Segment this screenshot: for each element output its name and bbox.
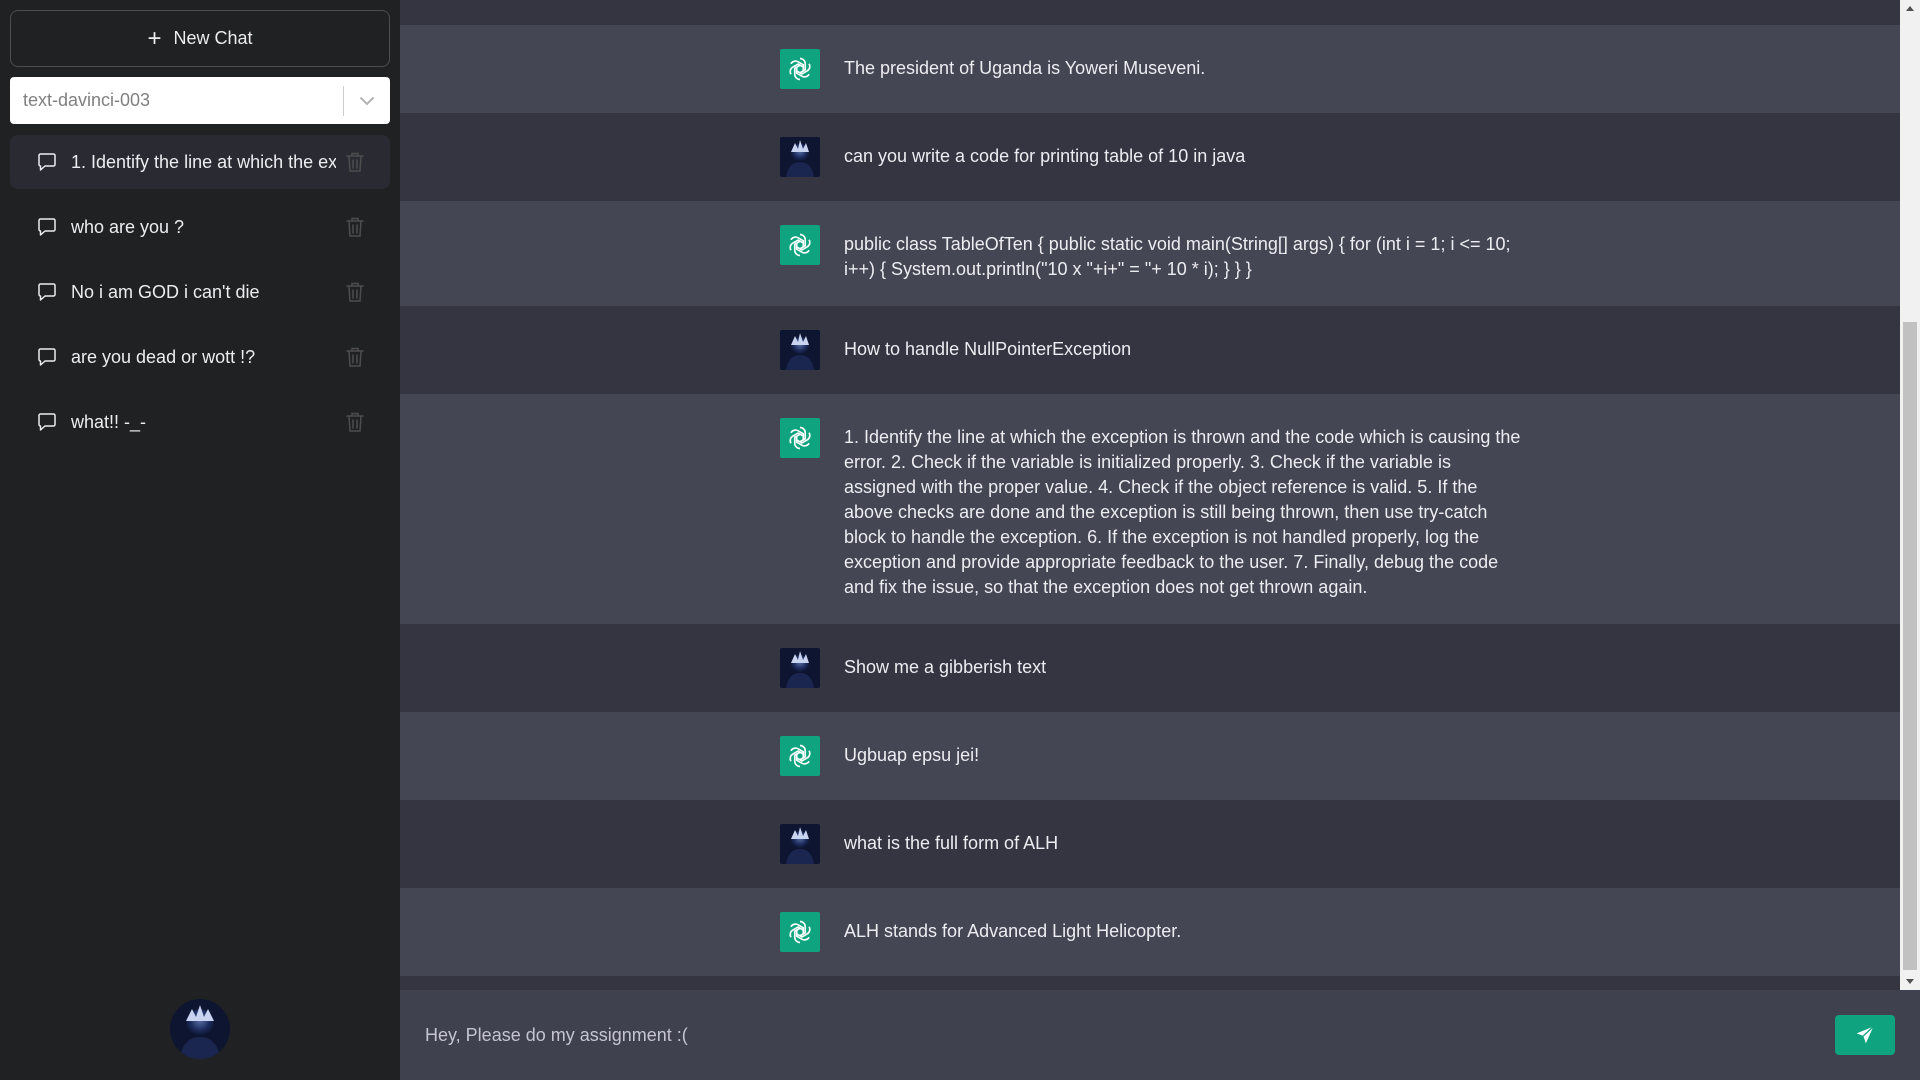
assistant-avatar (780, 49, 820, 89)
openai-logo-icon (789, 744, 811, 768)
trash-icon[interactable] (344, 345, 366, 369)
sidebar-chat-item-4[interactable]: are you dead or wott !? (10, 330, 390, 384)
user-avatar (780, 824, 820, 864)
scroll-down-arrow-icon[interactable] (1900, 973, 1920, 990)
assistant-avatar (780, 225, 820, 265)
chat-item-label: what!! -_- (71, 411, 147, 432)
scrollbar-thumb[interactable] (1903, 322, 1917, 970)
prompt-input[interactable] (400, 990, 1820, 1080)
chat-bubble-icon (38, 413, 56, 431)
user-message-8: what is the full form of ALH (400, 800, 1900, 888)
assistant-avatar (780, 736, 820, 776)
chat-bubble-icon (38, 348, 56, 366)
user-avatar-image (780, 137, 820, 177)
user-avatar-image (780, 648, 820, 688)
chat-item-label: who are you ? (71, 216, 185, 237)
chat-bubble-icon (38, 153, 56, 171)
sidebar-chat-item-5[interactable]: what!! -_- (10, 395, 390, 449)
user-avatar-image (780, 824, 820, 864)
assistant-message-3: public class TableOfTen { public static … (400, 201, 1900, 306)
user-avatar (780, 648, 820, 688)
openai-logo-icon (789, 920, 811, 944)
model-select-value: text-davinci-003 (23, 90, 151, 110)
user-avatar[interactable] (170, 999, 230, 1059)
model-select[interactable]: text-davinci-003 (10, 77, 390, 124)
chat-item-label: 1. Identify the line at which the ex (71, 151, 336, 172)
new-chat-label: New Chat (173, 28, 253, 48)
chat-bubble-icon (38, 283, 56, 301)
message-text: Show me a gibberish text (844, 657, 1047, 677)
user-avatar (780, 137, 820, 177)
message-list[interactable]: The president of Uganda is Yoweri Museve… (400, 0, 1900, 990)
new-chat-button[interactable]: + New Chat (10, 10, 390, 67)
scroll-up-arrow-icon[interactable] (1900, 0, 1920, 17)
assistant-message-5: 1. Identify the line at which the except… (400, 394, 1900, 624)
message-text: what is the full form of ALH (844, 833, 1059, 853)
sidebar: + New Chat text-davinci-003 1. Identify … (0, 0, 400, 1080)
message-text: can you write a code for printing table … (844, 146, 1246, 166)
openai-logo-icon (789, 426, 811, 450)
trash-icon[interactable] (344, 215, 366, 239)
message-text: The president of Uganda is Yoweri Museve… (844, 58, 1206, 78)
message-text: ALH stands for Advanced Light Helicopter… (844, 921, 1182, 941)
user-message-4: How to handle NullPointerException (400, 306, 1900, 394)
message-text: 1. Identify the line at which the except… (844, 427, 1526, 597)
chevron-down-icon[interactable] (344, 77, 390, 124)
message-text: How to handle NullPointerException (844, 339, 1132, 359)
assistant-avatar (780, 418, 820, 458)
sidebar-chat-item-2[interactable]: who are you ? (10, 200, 390, 254)
trash-icon[interactable] (344, 150, 366, 174)
sidebar-chat-item-3[interactable]: No i am GOD i can't die (10, 265, 390, 319)
assistant-message-9: ALH stands for Advanced Light Helicopter… (400, 888, 1900, 976)
assistant-message-7: Ugbuap epsu jei! (400, 712, 1900, 800)
chat-history-list: 1. Identify the line at which the ex who… (10, 135, 390, 460)
chat-main: The president of Uganda is Yoweri Museve… (400, 0, 1920, 1080)
trash-icon[interactable] (344, 280, 366, 304)
trash-icon[interactable] (344, 410, 366, 434)
chat-item-label: No i am GOD i can't die (71, 281, 260, 302)
user-avatar (780, 330, 820, 370)
user-message-6: Show me a gibberish text (400, 624, 1900, 712)
message-text: public class TableOfTen { public static … (844, 234, 1516, 279)
sidebar-chat-item-1[interactable]: 1. Identify the line at which the ex (10, 135, 390, 189)
user-message-2: can you write a code for printing table … (400, 113, 1900, 201)
composer (400, 990, 1920, 1080)
message-text: Ugbuap epsu jei! (844, 745, 980, 765)
chat-item-label: are you dead or wott !? (71, 346, 256, 367)
plus-icon: + (147, 24, 162, 52)
assistant-avatar (780, 912, 820, 952)
user-avatar-image (780, 330, 820, 370)
send-button[interactable] (1835, 1015, 1895, 1055)
openai-logo-icon (789, 57, 811, 81)
scrollbar[interactable] (1900, 0, 1920, 990)
send-icon (1856, 1026, 1874, 1044)
openai-logo-icon (789, 233, 811, 257)
chat-bubble-icon (38, 218, 56, 236)
assistant-message-1: The president of Uganda is Yoweri Museve… (400, 25, 1900, 113)
